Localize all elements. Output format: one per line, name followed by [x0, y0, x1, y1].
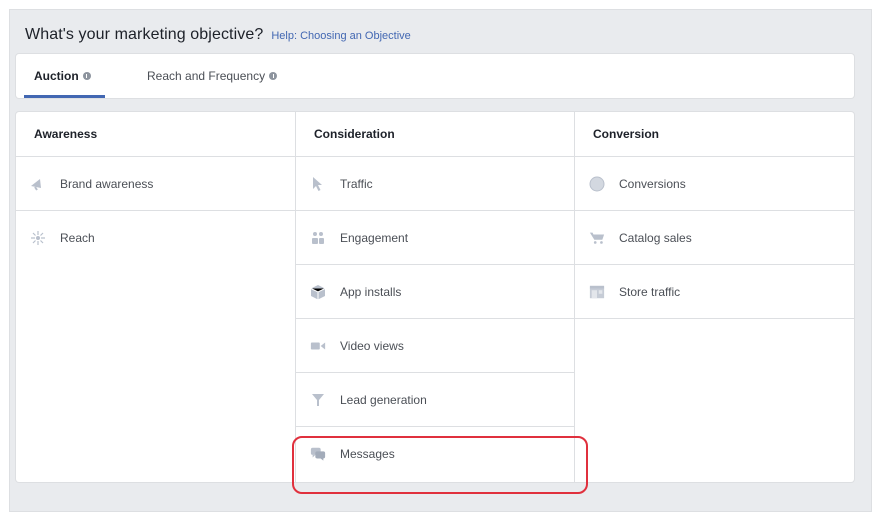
objective-grid: Awareness Brand awareness Reach Consider…	[16, 112, 855, 482]
objective-app-installs[interactable]: App installs	[296, 265, 575, 319]
objective-label: Conversions	[619, 176, 686, 191]
objective-conversions[interactable]: Conversions	[575, 157, 855, 211]
globe-icon	[589, 176, 605, 192]
page-title: What's your marketing objective?	[25, 26, 264, 43]
objective-label: Lead generation	[340, 392, 427, 407]
people-icon	[310, 230, 326, 246]
objective-reach[interactable]: Reach	[16, 211, 295, 265]
tab-auction[interactable]: Auction	[24, 54, 105, 98]
help-link[interactable]: Help: Choosing an Objective	[271, 30, 410, 42]
megaphone-icon	[30, 176, 46, 192]
column-consideration: Consideration Traffic Engagement App ins…	[295, 112, 575, 482]
objective-label: Store traffic	[619, 284, 681, 299]
objective-label: Messages	[340, 447, 395, 461]
objective-engagement[interactable]: Engagement	[296, 211, 575, 265]
objective-label: App installs	[340, 284, 402, 299]
column-heading: Consideration	[296, 112, 575, 157]
objective-label: Video views	[340, 338, 404, 353]
info-icon[interactable]	[269, 72, 278, 80]
column-heading: Awareness	[16, 112, 295, 157]
box-icon	[310, 284, 326, 300]
objective-label: Reach	[60, 231, 95, 245]
column-awareness: Awareness Brand awareness Reach	[16, 112, 295, 482]
objective-label: Brand awareness	[60, 176, 154, 191]
objective-label: Engagement	[340, 230, 409, 245]
column-conversion: Conversion Conversions Catalog sales Sto…	[574, 112, 855, 482]
column-heading: Conversion	[575, 112, 855, 157]
info-icon[interactable]	[82, 72, 91, 80]
objective-label: Catalog sales	[619, 230, 692, 245]
objective-brand-awareness[interactable]: Brand awareness	[16, 157, 295, 211]
header: What's your marketing objective? Help: C…	[25, 26, 411, 44]
objective-lead-generation[interactable]: Lead generation	[296, 373, 575, 427]
objective-traffic[interactable]: Traffic	[296, 157, 575, 211]
tab-label: Reach and Frequency	[147, 69, 266, 83]
cursor-icon	[310, 176, 326, 192]
store-icon	[589, 284, 605, 300]
objective-label: Traffic	[340, 176, 373, 191]
objective-video-views[interactable]: Video views	[296, 319, 575, 373]
video-camera-icon	[310, 338, 326, 354]
tab-reach-and-frequency[interactable]: Reach and Frequency	[147, 54, 278, 98]
cart-icon	[589, 230, 605, 246]
chat-bubbles-icon	[310, 446, 326, 462]
tab-label: Auction	[34, 69, 79, 83]
buying-type-tabs: Auction Reach and Frequency	[16, 54, 854, 98]
funnel-icon	[310, 392, 326, 408]
objective-store-traffic[interactable]: Store traffic	[575, 265, 855, 319]
reach-icon	[30, 230, 46, 246]
objective-messages[interactable]: Messages	[296, 427, 575, 481]
objective-catalog-sales[interactable]: Catalog sales	[575, 211, 855, 265]
